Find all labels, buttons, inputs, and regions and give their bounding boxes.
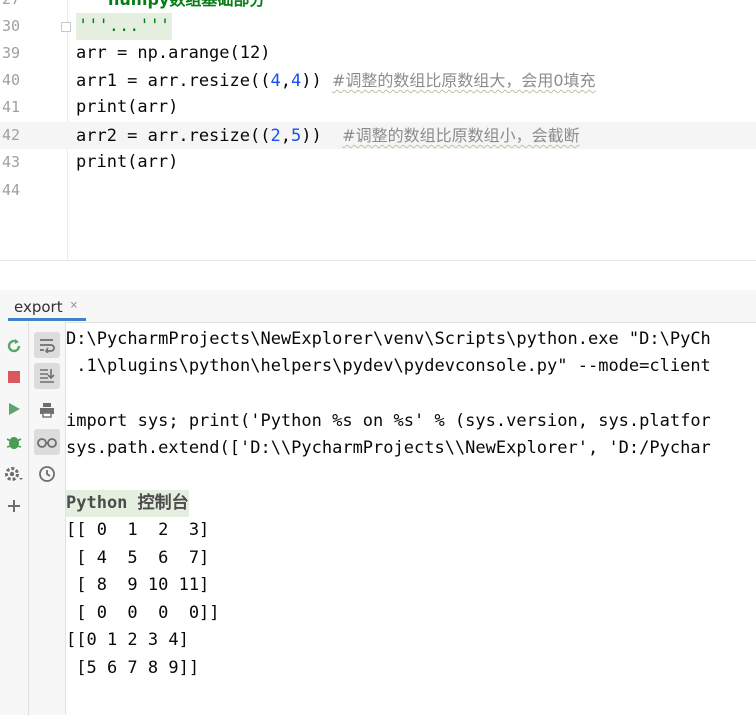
code-text: arr1 = arr.resize((4,4)) #调整的数组比原数组大，会用0… [76,71,596,91]
line-number: 41 [1,98,20,116]
add-icon[interactable] [2,494,26,518]
line-number: 40 [1,71,20,89]
docstring-title: numpy数组基础部分 [108,0,265,13]
close-icon[interactable]: × [70,298,78,313]
editor-line: 43 print(arr) [0,149,756,176]
line-number: 30 [1,17,20,35]
console-line: import sys; print('Python %s on %s' % (s… [66,411,711,431]
console-line: D:\PycharmProjects\NewExplorer\venv\Scri… [66,329,711,349]
code-text: print(arr) [76,152,179,172]
scroll-to-end-icon[interactable] [34,363,60,389]
active-tab-indicator [8,318,86,321]
line-number: 43 [1,153,20,171]
run-icon[interactable] [2,397,26,421]
editor-line: 44 [0,177,756,204]
line-number: 44 [1,181,20,199]
console-line: [ 0 0 0 0]] [66,603,220,623]
line-number: 39 [1,44,20,62]
line-number: 42 [1,126,20,144]
console-line: [ 8 9 10 11] [66,575,210,595]
code-text: arr = np.arange(12) [76,43,271,63]
fold-toggle-icon[interactable] [61,22,71,32]
editor-line: 41 print(arr) [0,94,756,121]
stop-icon[interactable] [2,365,26,389]
console-toolbar [29,322,66,715]
editor-line: 39 arr = np.arange(12) [0,40,756,67]
console-line: sys.path.extend(['D:\\PycharmProjects\\N… [66,438,711,458]
console-output[interactable]: D:\PycharmProjects\NewExplorer\venv\Scri… [66,322,756,715]
folded-docstring[interactable]: '''...''' [76,13,173,40]
console-line: [ 4 5 6 7] [66,548,210,568]
python-console-label: Python 控制台 [66,490,189,517]
panel-divider[interactable] [0,260,756,291]
editor-line: 30 '''...''' [0,13,756,40]
print-icon[interactable] [34,397,60,423]
run-toolbar [0,322,29,715]
editor-line: 27 numpy数组基础部分 [0,0,756,13]
run-tab-bar: export × [0,290,756,323]
code-text: arr2 = arr.resize((2,5)) #调整的数组比原数组小，会截断 [76,126,580,146]
settings-gear-icon[interactable] [2,462,26,486]
editor-current-line: 42 arr2 = arr.resize((2,5)) #调整的数组比原数组小，… [0,122,756,149]
code-editor[interactable]: 27 numpy数组基础部分 30 '''...''' 39 arr = np.… [0,0,756,260]
editor-line: 40 arr1 = arr.resize((4,4)) #调整的数组比原数组大，… [0,67,756,94]
console-line: [5 6 7 8 9]] [66,658,200,678]
show-variables-icon[interactable] [34,429,60,455]
console-line: [[ 0 1 2 3] [66,520,210,540]
console-line: .1\plugins\python\helpers\pydev\pydevcon… [66,356,711,376]
history-clock-icon[interactable] [34,461,60,487]
soft-wrap-icon[interactable] [34,332,60,358]
code-comment: #调整的数组比原数组大，会用0填充 [331,71,596,90]
rerun-icon[interactable] [2,334,26,358]
code-text: print(arr) [76,97,179,117]
console-line: [[0 1 2 3 4] [66,630,189,650]
tab-export[interactable]: export [14,298,63,316]
code-comment: #调整的数组比原数组小，会截断 [342,126,580,145]
debug-icon[interactable] [2,430,26,454]
line-number: 27 [0,0,20,13]
